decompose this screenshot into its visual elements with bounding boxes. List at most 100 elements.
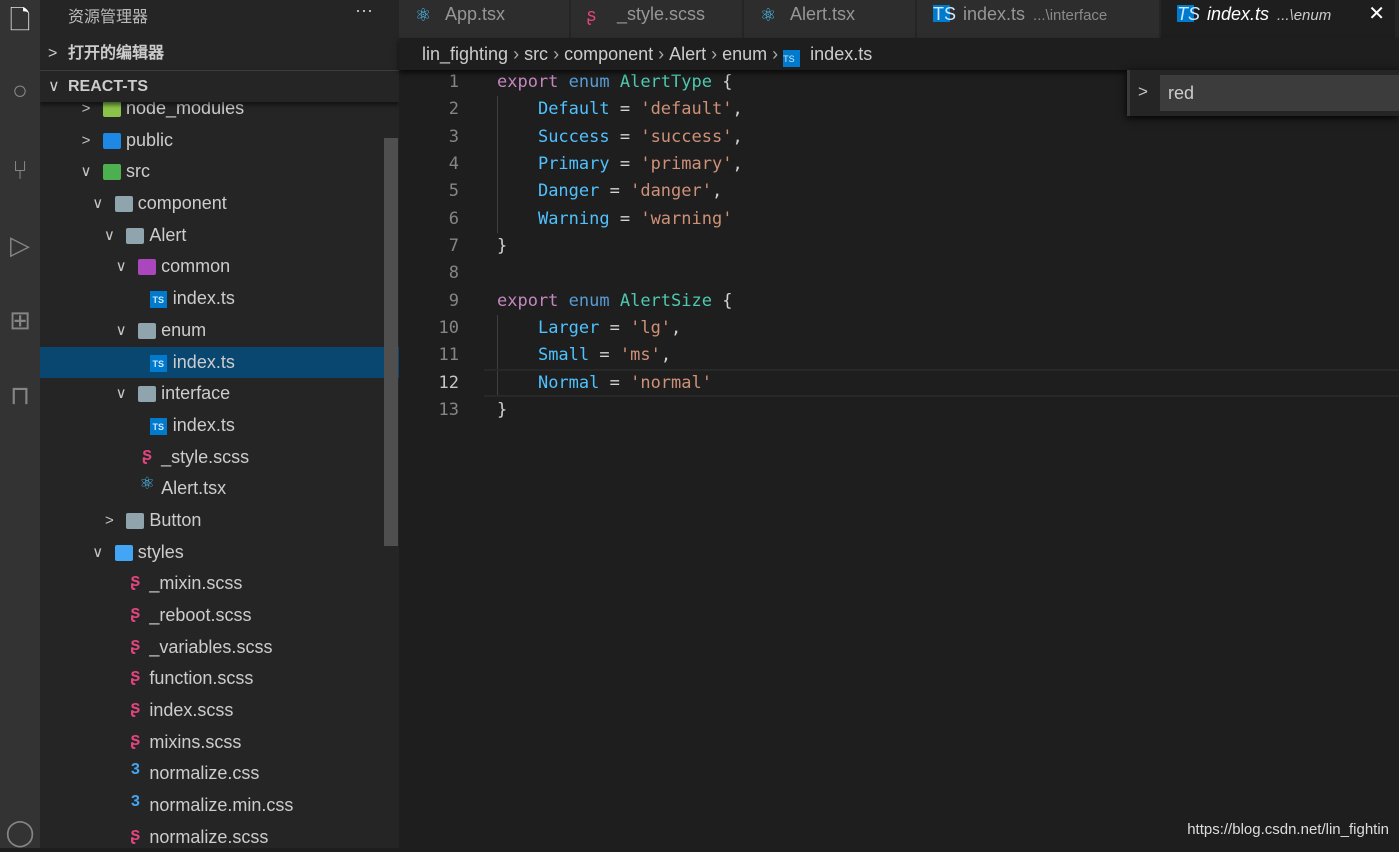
breadcrumb-separator-icon: › [772,44,779,64]
find-input[interactable] [1160,75,1399,111]
tree-item[interactable]: ∨ enum [40,315,399,347]
code-token: Larger [537,317,600,338]
tab[interactable]: TS index.ts ...\interface [917,0,1160,38]
breadcrumb-separator-icon: › [658,44,665,64]
code-line: export enum AlertSize { [497,288,732,315]
tree-item[interactable]: ∨ component [40,188,399,220]
breadcrumb-item[interactable]: enum [722,44,767,64]
extensions-icon[interactable]: ⊞ [0,300,40,340]
tree-item[interactable]: ∨ Alert [40,220,399,252]
chevron-down-icon[interactable]: ∨ [102,220,116,252]
code-line: Normal = 'normal' [497,370,712,397]
tree-item[interactable]: > public [40,125,399,157]
line-number: 2 [448,99,459,120]
tree-item[interactable]: > Button [40,505,399,537]
breadcrumb-item[interactable]: Alert [669,44,706,64]
code-token: 'ms' [619,345,661,366]
sass-file-icon: ʂ [130,665,141,686]
editor-tabs: ⚛ App.tsx ʂ _style.scss ⚛ Alert.tsx TS index.ts… [399,0,1399,38]
code-token: 'lg' [630,317,672,338]
tab[interactable]: TS index.ts ...\enum ✕ [1161,0,1396,38]
source-control-icon[interactable]: ⑂ [0,150,40,190]
line-number: 5 [448,181,459,202]
chevron-right-icon: > [48,45,58,62]
tab-label: _style.scss [617,4,706,24]
tree-item[interactable]: ʂ index.scss [40,695,399,727]
code-line: Warning = 'warning' [497,206,733,233]
tree-item[interactable]: ∨ interface [40,378,399,410]
code-editor[interactable]: 1 export enum AlertType {2 Default = 'def… [399,68,1399,848]
tree-item[interactable]: ʂ _mixin.scss [40,568,399,600]
breadcrumb-item[interactable]: lin_fighting [422,44,508,64]
explorer-title: 资源管理器 [68,9,149,26]
chevron-down-icon[interactable]: ∨ [91,537,105,569]
account-icon[interactable]: ◯ [0,812,40,852]
file-tree: > node_modules > public ∨ src ∨ component ∨ Alert… [40,93,399,848]
tree-item[interactable]: ∨ src [40,156,399,188]
tree-item-label: index.ts [172,414,235,435]
tree-item[interactable]: ⚛ Alert.tsx [40,473,399,505]
project-section[interactable]: ∨ REACT-TS [40,70,399,102]
find-widget: > [1127,70,1399,116]
code-token: export [497,72,559,92]
tree-item[interactable]: ∨ styles [40,537,399,569]
react-file-icon: ⚛ [415,5,432,25]
sidebar-scrollbar[interactable] [384,138,398,546]
chevron-down-icon[interactable]: ∨ [79,156,93,188]
line-number: 7 [448,235,459,256]
tree-item-label: Alert.tsx [161,478,227,499]
close-icon[interactable]: ✕ [1368,0,1385,28]
tab[interactable]: ⚛ App.tsx [399,0,570,38]
tree-item[interactable]: TS index.ts [40,346,399,379]
tab-label: Alert.tsx [790,4,856,24]
chevron-down-icon[interactable]: ∨ [91,188,105,220]
tree-item[interactable]: ∨ common [40,251,399,283]
chevron-down-icon[interactable]: ∨ [114,315,128,347]
typescript-file-icon: TS [1177,4,1201,24]
breadcrumb: lin_fighting › src › component › Alert › enum › TS… [399,38,1399,70]
tree-item-label: normalize.css [149,763,260,784]
tree-item[interactable]: 3 normalize.css [40,758,399,790]
tree-item[interactable]: TS index.ts [40,410,399,442]
tree-item[interactable]: ʂ function.scss [40,663,399,695]
open-editors-section[interactable]: > 打开的编辑器 [40,38,399,70]
chevron-right-icon[interactable]: > [102,505,116,537]
tree-item[interactable]: ʂ _variables.scss [40,632,399,664]
tree-item[interactable]: ʂ mixins.scss [40,727,399,759]
tab-label: App.tsx [445,4,506,24]
tree-item-label: public [126,129,174,150]
code-line: Default = 'default', [497,96,743,123]
css-file-icon: 3 [130,793,140,811]
tree-item[interactable]: ʂ _style.scss [40,442,399,474]
explorer-icon[interactable]: 🗋 [0,0,40,40]
tree-item[interactable]: 3 normalize.min.css [40,790,399,822]
line-number: 13 [438,399,459,420]
code-token: = [599,181,631,202]
react-file-icon: ⚛ [139,474,155,494]
search-icon[interactable]: ○ [0,70,40,110]
more-actions-button[interactable]: ··· [355,0,373,21]
chevron-down-icon[interactable]: ∨ [114,378,128,410]
tab-description: ...\enum [1277,7,1332,24]
tree-item[interactable]: TS index.ts [40,283,399,315]
toggle-replace-chevron-icon[interactable]: > [1138,82,1148,102]
breadcrumb-item[interactable]: src [524,44,548,64]
chevron-right-icon[interactable]: > [79,125,93,157]
chevron-down-icon[interactable]: ∨ [114,251,128,283]
breadcrumb-item[interactable]: component [564,44,653,64]
tree-item[interactable]: ʂ _reboot.scss [40,600,399,632]
sass-file-icon: ʂ [130,697,141,718]
run-debug-icon[interactable]: ▷ [0,225,40,265]
breadcrumb-item[interactable]: index.ts [810,44,872,64]
code-line: Larger = 'lg', [497,315,681,342]
sass-file-icon: ʂ [587,5,596,25]
code-token: 'normal' [630,372,712,393]
tree-item[interactable]: ʂ normalize.scss [40,822,399,848]
bookmark-icon[interactable]: ⊓ [0,375,40,415]
tab[interactable]: ʂ _style.scss [571,0,743,38]
code-token: , [671,317,682,338]
code-line: } [497,233,507,260]
tab[interactable]: ⚛ Alert.tsx [744,0,916,38]
